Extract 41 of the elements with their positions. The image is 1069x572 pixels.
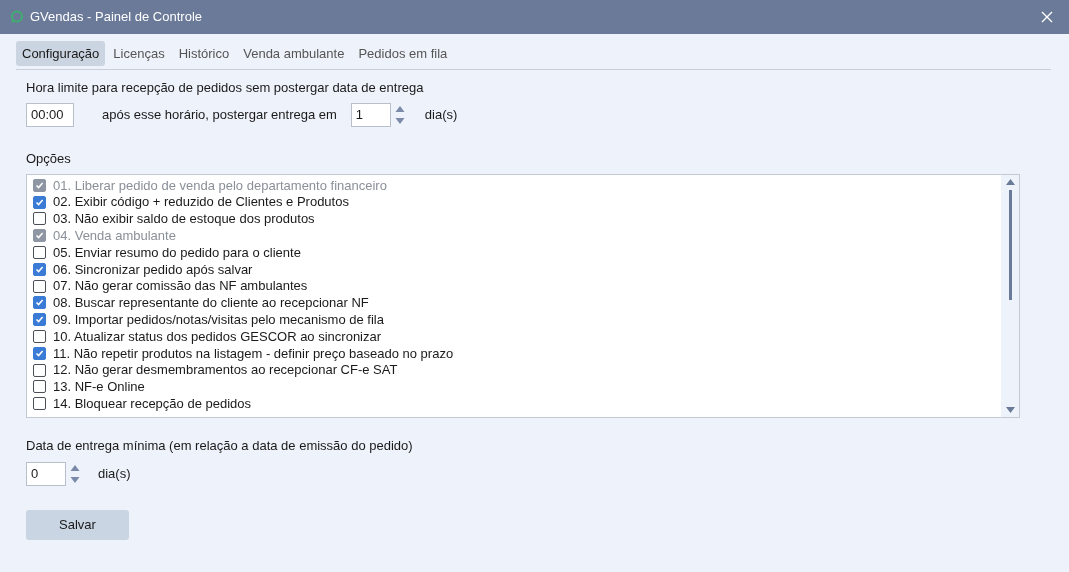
scroll-down-icon[interactable] xyxy=(1005,407,1015,413)
checkbox[interactable] xyxy=(33,195,46,209)
checkbox[interactable] xyxy=(33,246,46,260)
scroll-up-icon[interactable] xyxy=(1005,179,1015,185)
min-days-field[interactable]: 0 xyxy=(26,461,66,486)
time-field[interactable]: 00:00 xyxy=(26,102,74,127)
checkbox[interactable] xyxy=(33,380,46,394)
checkbox[interactable] xyxy=(33,262,46,276)
checkbox[interactable] xyxy=(33,363,46,377)
checkbox[interactable] xyxy=(33,212,46,226)
checkmark-icon xyxy=(35,231,44,241)
checkbox[interactable] xyxy=(33,313,46,327)
window-title: GVendas - Painel de Controle xyxy=(30,8,202,27)
cutoff-label: Hora limite para recepção de pedidos sem postergar data de entrega xyxy=(26,79,425,97)
tab[interactable]: Licenças xyxy=(107,41,171,66)
close-icon[interactable] xyxy=(1041,11,1053,23)
chat-bubble-logo-icon xyxy=(10,10,24,24)
checkmark-icon xyxy=(35,264,44,274)
option-label[interactable]: 08. Buscar representante do cliente ao recepcionar NF xyxy=(53,293,369,313)
scrollbar[interactable] xyxy=(1001,175,1019,417)
option-label[interactable]: 03. Não exibir saldo de estoque dos produtos xyxy=(53,209,315,229)
unit-label: dia(s) xyxy=(424,105,458,124)
postpone-text: após esse horário, postergar entrega em xyxy=(102,105,337,124)
checkbox[interactable] xyxy=(33,296,46,310)
tab[interactable]: Configuração xyxy=(16,41,106,66)
checkbox[interactable] xyxy=(33,279,46,293)
unit-label: dia(s) xyxy=(98,464,131,483)
tab[interactable]: Histórico xyxy=(172,41,236,66)
checkbox[interactable] xyxy=(33,346,46,360)
min-delivery-label: Data de entrega mínima (em relação a data de emissão do pedido) xyxy=(26,437,414,455)
days-field[interactable]: 1 xyxy=(350,102,391,127)
option-label[interactable]: 13. NF-e Online xyxy=(53,377,145,397)
tab[interactable]: Pedidos em fila xyxy=(352,41,454,66)
checkmark-icon xyxy=(35,348,44,358)
options-label: Opções xyxy=(26,149,72,168)
checkbox[interactable] xyxy=(33,397,46,411)
tab[interactable]: Venda ambulante xyxy=(237,41,351,66)
save-button[interactable]: Salvar xyxy=(26,509,129,540)
option-label[interactable]: 14. Bloquear recepção de pedidos xyxy=(53,394,252,414)
scroll-thumb[interactable] xyxy=(1008,190,1012,300)
checkbox[interactable] xyxy=(33,330,46,344)
